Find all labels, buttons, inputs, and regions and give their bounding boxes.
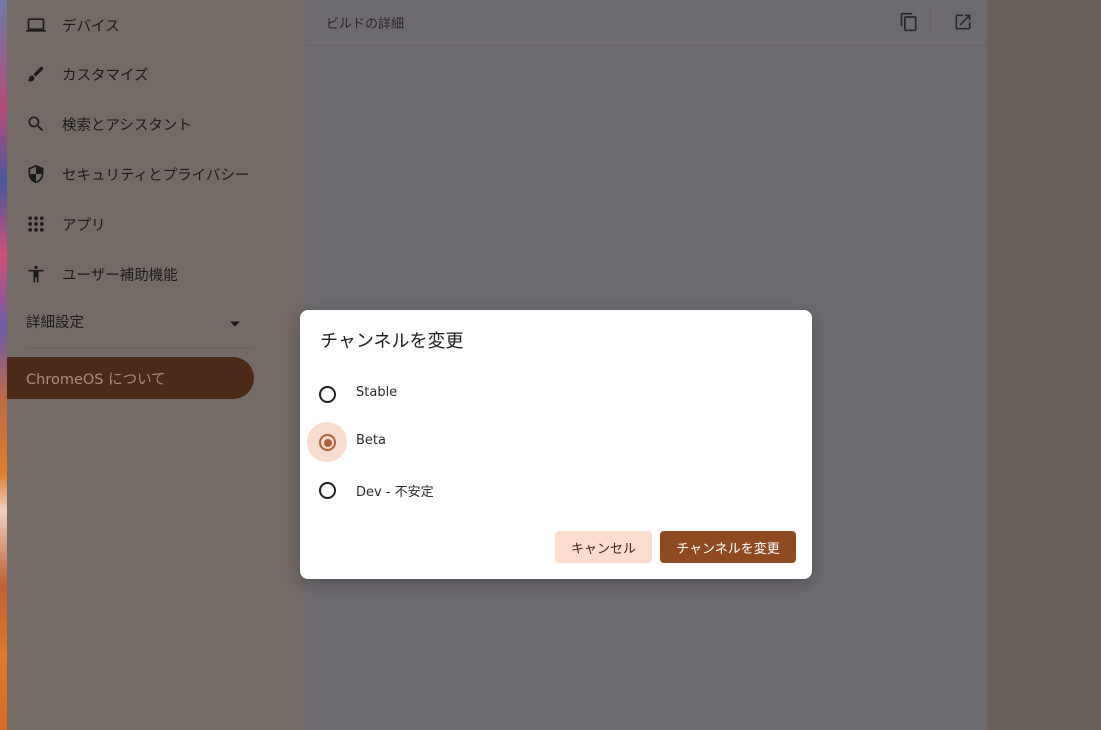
sidebar-about-label: ChromeOS について [26,371,166,388]
header-divider [930,8,931,36]
radio-label: Beta [356,433,386,448]
accessibility-icon [26,264,46,284]
radio-button[interactable] [319,386,336,403]
sidebar-item-search[interactable]: 検索とアシスタント [7,99,297,149]
page-title: ビルドの詳細 [326,17,405,32]
change-channel-button[interactable]: チャンネルを変更 [660,531,796,563]
card-header: ビルドの詳細 [305,0,987,46]
sidebar-item-accessibility[interactable]: ユーザー補助機能 [7,249,297,299]
sidebar-advanced-label: 詳細設定 [26,314,84,331]
sidebar-item-label: カスタマイズ [62,67,149,84]
sidebar-divider [26,348,255,349]
apps-grid-icon [26,214,46,234]
sidebar-item-label: アプリ [62,217,106,234]
sidebar-item-personalization[interactable]: カスタマイズ [7,49,297,99]
radio-button[interactable] [319,482,336,499]
radio-label: Stable [356,385,398,400]
channel-option-beta[interactable]: Beta [300,420,812,464]
radio-button[interactable] [319,434,336,451]
cancel-button[interactable]: キャンセル [555,531,652,563]
sidebar-item-device[interactable]: デバイス [7,0,297,50]
copy-button[interactable] [898,11,920,33]
search-icon [26,114,46,134]
wallpaper-strip [0,0,7,730]
sidebar: デバイス カスタマイズ 検索とアシスタント セキュリティとプライバシー アプリ [7,0,305,730]
sidebar-item-label: ユーザー補助機能 [62,267,178,284]
sidebar-item-label: セキュリティとプライバシー [62,167,250,184]
laptop-icon [26,15,46,35]
brush-icon [26,64,46,84]
sidebar-item-apps[interactable]: アプリ [7,199,297,249]
copy-icon [899,12,919,32]
sidebar-item-security[interactable]: セキュリティとプライバシー [7,149,297,199]
sidebar-advanced-toggle[interactable]: 詳細設定 [7,297,255,345]
shield-icon [26,164,46,184]
sidebar-item-about[interactable]: ChromeOS について [7,357,254,399]
channel-option-stable[interactable]: Stable [300,372,812,416]
open-in-new-button[interactable] [952,11,974,33]
dialog-title: チャンネルを変更 [320,331,464,352]
open-in-new-icon [953,12,973,32]
caret-down-icon [229,315,241,327]
change-channel-dialog: チャンネルを変更 Stable Beta Dev - 不安定 キャンセル チャン… [300,310,812,579]
channel-option-dev[interactable]: Dev - 不安定 [300,468,812,512]
radio-label: Dev - 不安定 [356,485,434,500]
background-area [987,0,1101,730]
sidebar-item-label: デバイス [62,18,120,35]
sidebar-item-label: 検索とアシスタント [62,117,192,134]
